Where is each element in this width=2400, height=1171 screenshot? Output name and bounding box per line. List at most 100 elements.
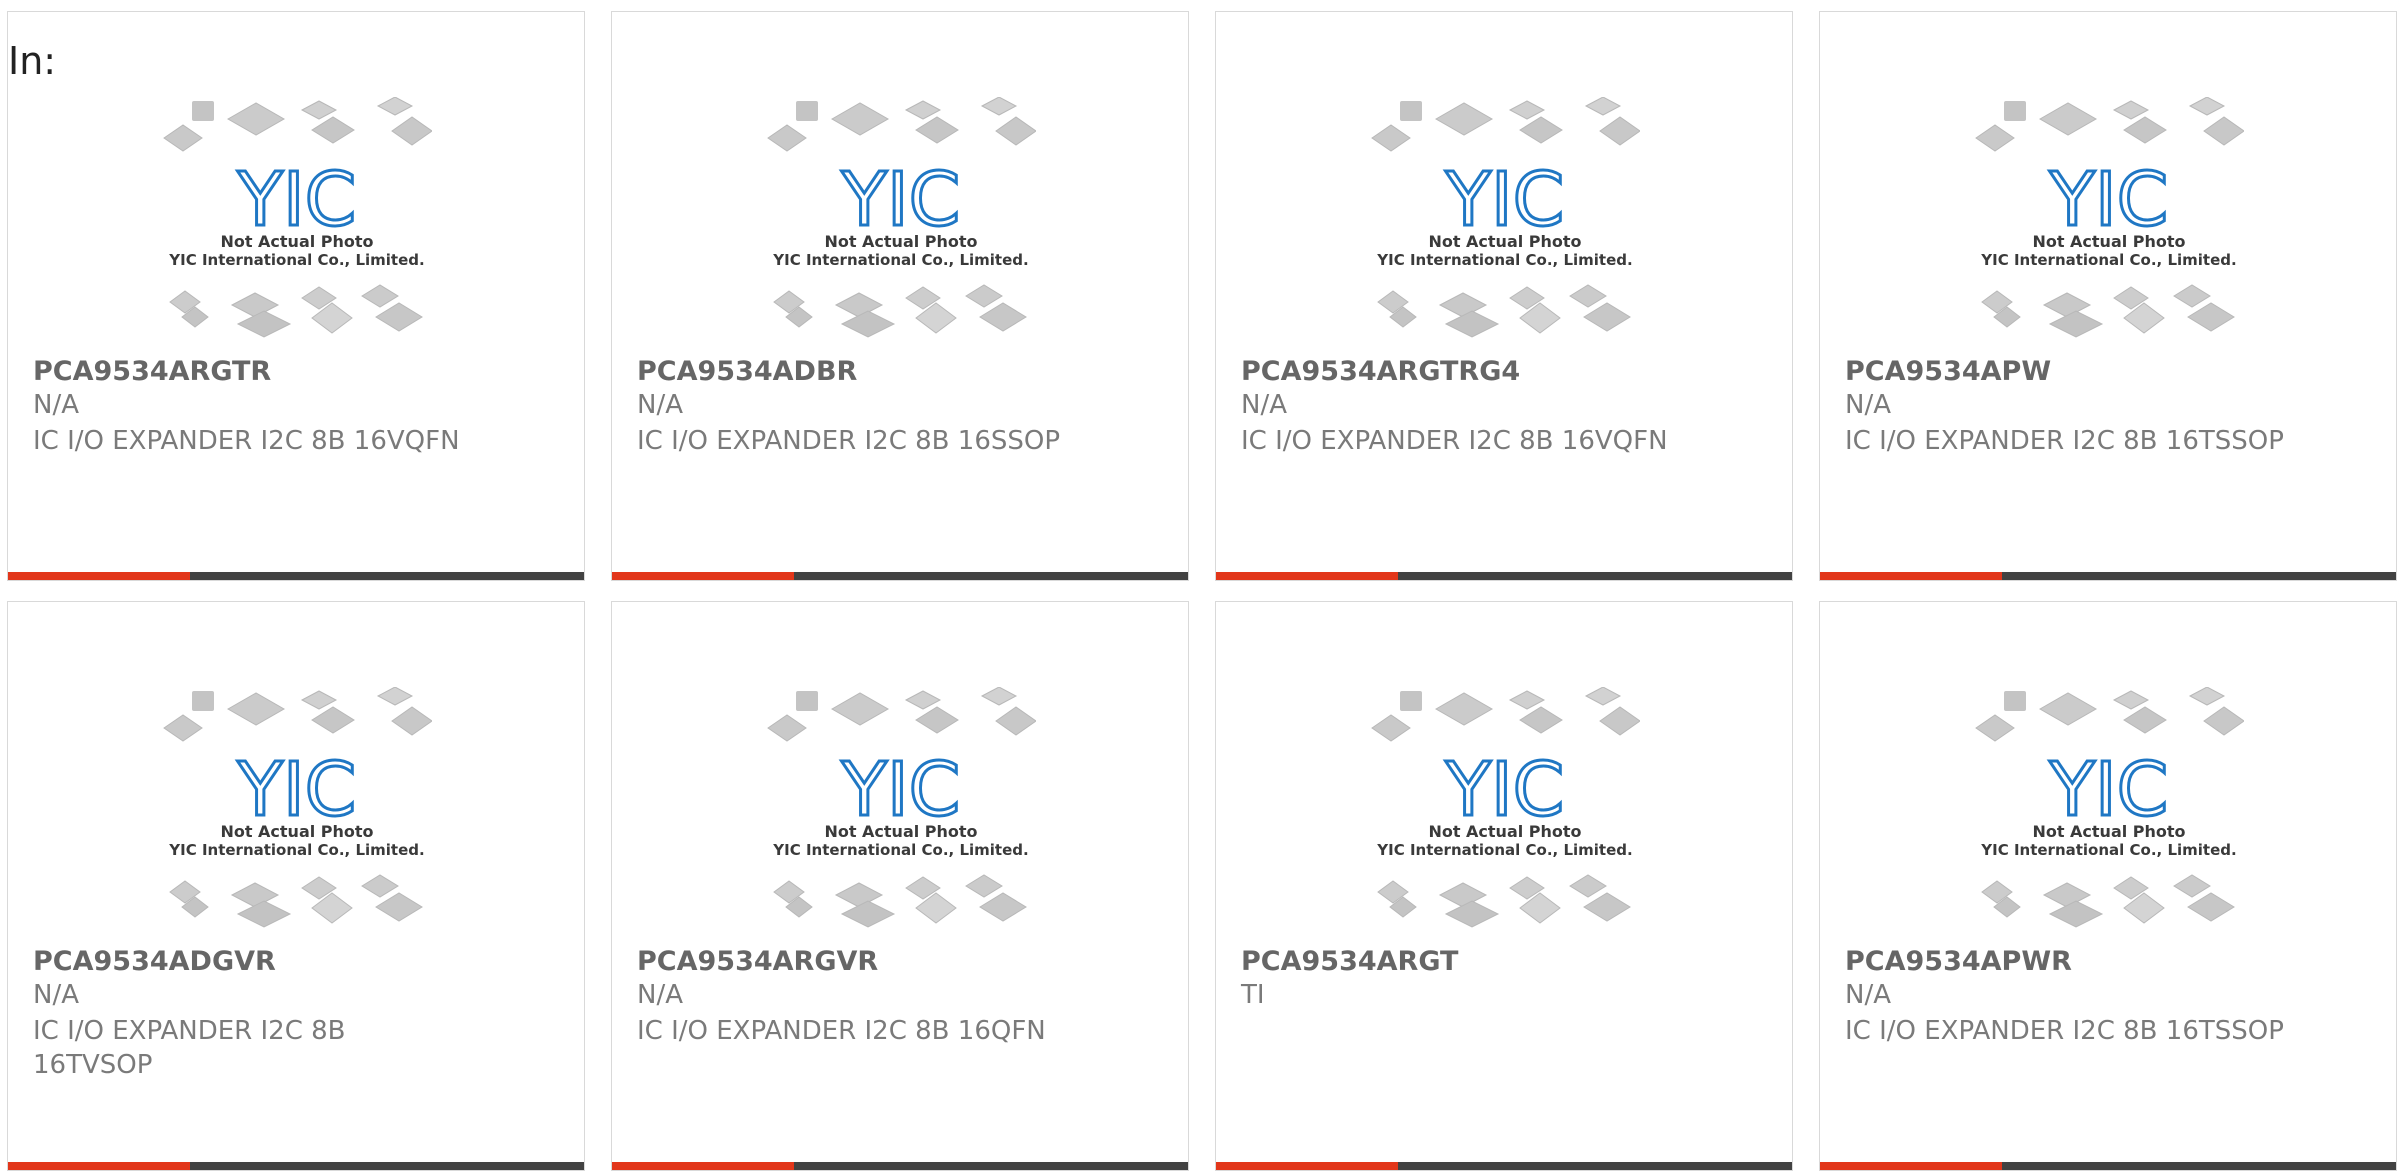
card-bottom-bar [612, 572, 1188, 580]
chip-icon [375, 892, 423, 922]
manufacturer: N/A [1241, 390, 1287, 420]
part-number[interactable]: PCA9534ARGTR [33, 356, 271, 387]
yic-logo: YIC [2049, 157, 2169, 243]
card-accent-bar [612, 572, 794, 580]
manufacturer: N/A [1845, 390, 1891, 420]
part-number[interactable]: PCA9534APW [1845, 356, 2051, 387]
chip-icon [391, 116, 432, 146]
placeholder-company: YIC International Co., Limited. [168, 251, 424, 269]
chip-icon [1371, 124, 1411, 152]
card-accent-bar [612, 1162, 794, 1170]
chip-icon [1975, 124, 2015, 152]
placeholder-caption: Not Actual Photo [824, 822, 977, 841]
placeholder-graphic: YICNot Actual PhotoYIC International Co.… [163, 97, 432, 338]
chip-icon [163, 124, 203, 152]
product-description: IC I/O EXPANDER I2C 8B 16SSOP [637, 426, 1061, 456]
chip-icon [2048, 310, 2104, 338]
product-image[interactable]: YIC Not Actual Photo YIC International Co.… [8, 687, 584, 947]
product-description: IC I/O EXPANDER I2C 8B 16TVSOP [33, 1016, 346, 1080]
chip-icon [915, 706, 959, 734]
part-number[interactable]: PCA9534ADBR [637, 356, 857, 387]
product-image[interactable]: YIC Not Actual Photo YIC International Co.… [612, 97, 1188, 357]
product-image[interactable]: YIC Not Actual Photo YIC International Co.… [612, 687, 1188, 947]
product-image[interactable]: YIC Not Actual Photo YIC International Co.… [1820, 97, 2396, 357]
card-bottom-bar [1216, 572, 1792, 580]
product-description: IC I/O EXPANDER I2C 8B 16VQFN [33, 426, 460, 456]
chip-icon [236, 900, 292, 928]
placeholder-graphic: YICNot Actual PhotoYIC International Co.… [1371, 687, 1640, 928]
card-bottom-bar [1820, 1162, 2396, 1170]
chip-icon [1508, 690, 1546, 710]
chip-icon [840, 900, 896, 928]
placeholder-caption: Not Actual Photo [1428, 822, 1581, 841]
product-card[interactable]: YIC Not Actual Photo YIC International Co.… [1819, 11, 2397, 581]
chip-icon [2112, 690, 2150, 710]
placeholder-graphic: YICNot Actual PhotoYIC International Co.… [1975, 97, 2244, 338]
chip-icon [192, 691, 214, 711]
chip-icon [965, 284, 1003, 308]
chip-icon [980, 97, 1018, 116]
chip-icon [2173, 284, 2211, 308]
chip-icon [361, 284, 399, 308]
placeholder-caption: Not Actual Photo [1428, 232, 1581, 251]
part-number[interactable]: PCA9534APWR [1845, 946, 2072, 977]
product-card[interactable]: YIC Not Actual Photo YIC International Co.… [1215, 11, 1793, 581]
product-description: IC I/O EXPANDER I2C 8B 16QFN [637, 1016, 1046, 1046]
chip-icon [1584, 97, 1622, 116]
chip-icon [2042, 292, 2092, 318]
part-number[interactable]: PCA9534ARGTRG4 [1241, 356, 1520, 387]
product-card[interactable]: YIC Not Actual Photo YIC International Co.… [1819, 601, 2397, 1171]
chip-icon [1519, 706, 1563, 734]
chip-icon [1599, 116, 1640, 146]
yic-logo: YIC [237, 157, 357, 243]
product-card[interactable]: YIC Not Actual Photo YIC International Co.… [611, 601, 1189, 1171]
product-card[interactable]: YIC Not Actual Photo YIC International Co.… [1215, 601, 1793, 1171]
chip-icon [2173, 874, 2211, 898]
chip-icon [376, 687, 414, 706]
chip-icon [2188, 97, 2226, 116]
product-image[interactable]: YIC Not Actual Photo YIC International Co.… [8, 97, 584, 357]
card-bottom-bar [1820, 572, 2396, 580]
part-number[interactable]: PCA9534ADGVR [33, 946, 276, 977]
yic-logo: YIC [1445, 157, 1565, 243]
chip-icon [1400, 691, 1422, 711]
chip-icon [2112, 100, 2150, 120]
chip-icon [1508, 100, 1546, 120]
chip-icon [311, 706, 355, 734]
product-card[interactable]: YIC Not Actual Photo YIC International Co.… [7, 601, 585, 1171]
part-number[interactable]: PCA9534ARGVR [637, 946, 878, 977]
product-card[interactable]: YIC Not Actual Photo YIC International Co.… [611, 11, 1189, 581]
product-image[interactable]: YIC Not Actual Photo YIC International Co.… [1216, 687, 1792, 947]
card-bottom-bar [8, 1162, 584, 1170]
chip-icon [980, 687, 1018, 706]
yic-logo: YIC [2049, 747, 2169, 833]
product-image[interactable]: YIC Not Actual Photo YIC International Co.… [1820, 687, 2396, 947]
card-bottom-bar [612, 1162, 1188, 1170]
product-description: IC I/O EXPANDER I2C 8B 16VQFN [1241, 426, 1668, 456]
manufacturer: N/A [637, 980, 683, 1010]
product-card[interactable]: YIC Not Actual Photo YIC International Co.… [7, 11, 585, 581]
chip-icon [2187, 302, 2235, 332]
chip-icon [1584, 687, 1622, 706]
part-number[interactable]: PCA9534ARGT [1241, 946, 1458, 977]
chip-icon [830, 102, 890, 136]
placeholder-caption: Not Actual Photo [824, 232, 977, 251]
placeholder-company: YIC International Co., Limited. [772, 841, 1028, 859]
placeholder-company: YIC International Co., Limited. [1376, 841, 1632, 859]
card-accent-bar [1216, 572, 1398, 580]
placeholder-company: YIC International Co., Limited. [1980, 841, 2236, 859]
chip-icon [1444, 310, 1500, 338]
chip-icon [2004, 691, 2026, 711]
chip-icon [1371, 714, 1411, 742]
chip-icon [1434, 102, 1494, 136]
yic-logo: YIC [841, 747, 961, 833]
product-image[interactable]: YIC Not Actual Photo YIC International Co.… [1216, 97, 1792, 357]
yic-logo: YIC [841, 157, 961, 243]
placeholder-company: YIC International Co., Limited. [772, 251, 1028, 269]
placeholder-company: YIC International Co., Limited. [168, 841, 424, 859]
chip-icon [2042, 882, 2092, 908]
chip-icon [1569, 874, 1607, 898]
card-bottom-bar [8, 572, 584, 580]
chip-icon [1444, 900, 1500, 928]
chip-icon [230, 882, 280, 908]
